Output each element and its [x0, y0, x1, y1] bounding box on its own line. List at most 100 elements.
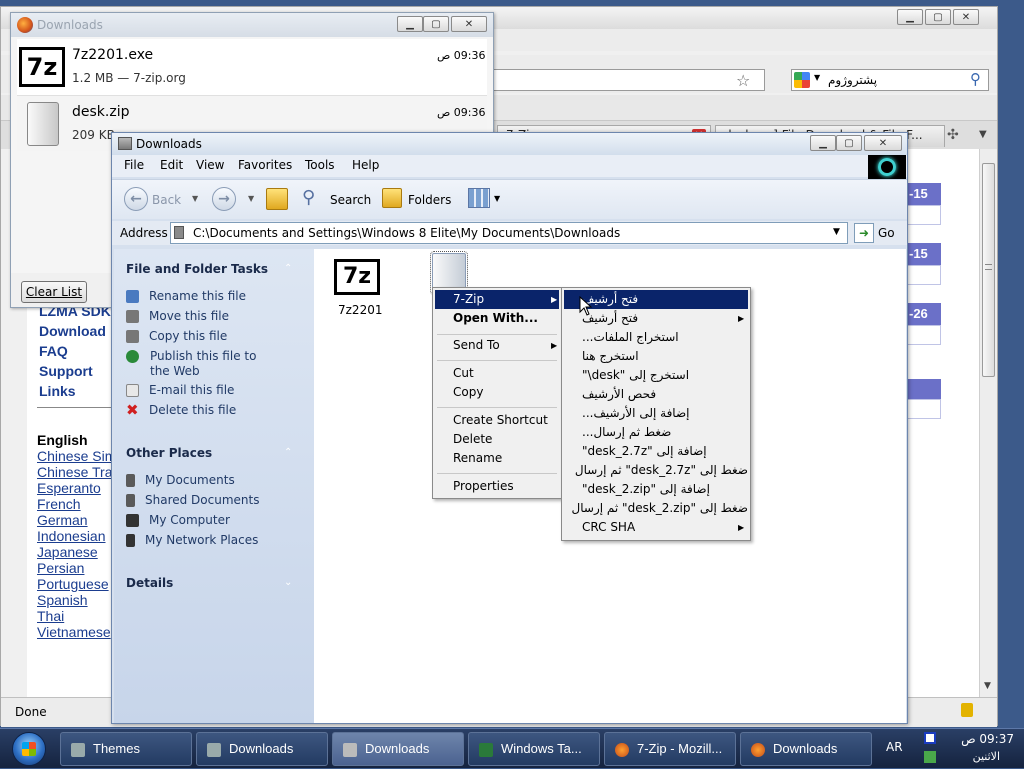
clear-list-button[interactable]: Clear List — [21, 281, 87, 303]
menu-item-send-to[interactable]: Send To ▶ — [435, 336, 559, 355]
engine-dropdown-icon[interactable]: ▼ — [814, 73, 820, 82]
lang-link[interactable]: Persian — [37, 560, 84, 576]
menu-file[interactable]: File — [124, 158, 144, 172]
task-move[interactable]: Move this file — [126, 309, 229, 323]
google-icon[interactable] — [794, 72, 810, 88]
bookmark-star-icon[interactable]: ☆ — [736, 71, 750, 90]
taskbar-button-downloads[interactable]: Downloads — [196, 732, 328, 766]
maximize-icon[interactable]: ▢ — [423, 16, 449, 32]
maximize-icon[interactable]: ▢ — [836, 135, 862, 151]
url-bar[interactable]: ☆ — [481, 69, 765, 91]
taskbar-button-downloads-active[interactable]: Downloads — [332, 732, 464, 766]
menu-tools[interactable]: Tools — [305, 158, 335, 172]
clock-time[interactable]: 09:37 ص — [944, 732, 1014, 746]
menu-item-cut[interactable]: Cut — [435, 364, 559, 383]
views-dropdown-icon[interactable]: ▼ — [494, 194, 500, 203]
lang-link[interactable]: Vietnamese — [37, 624, 111, 640]
link-links[interactable]: Links — [39, 383, 76, 399]
link-download[interactable]: Download — [39, 323, 106, 339]
lang-link[interactable]: Indonesian — [37, 528, 106, 544]
forward-dropdown-icon[interactable]: ▼ — [248, 194, 254, 203]
collapse-icon[interactable]: ⌃ — [284, 263, 292, 274]
scroll-down-icon[interactable]: ▼ — [984, 681, 991, 691]
place-network[interactable]: My Network Places — [126, 533, 258, 547]
task-delete[interactable]: ✖ Delete this file — [126, 403, 236, 418]
lang-link[interactable]: Japanese — [37, 544, 98, 560]
menu-item-compress-7z-email[interactable]: ضغط إلى "desk_2.7z" ثم إرسال — [564, 461, 748, 480]
forward-icon[interactable]: → — [212, 187, 236, 211]
address-dropdown-icon[interactable]: ▼ — [833, 227, 840, 237]
menu-item-properties[interactable]: Properties — [435, 477, 559, 496]
back-icon[interactable]: ← — [124, 187, 148, 211]
taskbar-button-firefox-downloads[interactable]: Downloads — [740, 732, 872, 766]
clock-day[interactable]: الاثنين — [944, 750, 1000, 763]
menu-edit[interactable]: Edit — [160, 158, 183, 172]
search-button[interactable]: Search — [330, 193, 371, 207]
go-button[interactable]: Go — [878, 226, 895, 240]
7zip-file-icon[interactable]: 7z — [334, 259, 380, 295]
menu-item-extract-here[interactable]: استخرج هنا — [564, 347, 748, 366]
task-email[interactable]: E-mail this file — [126, 383, 234, 397]
place-shared-documents[interactable]: Shared Documents — [126, 493, 259, 507]
menu-item-compress-zip-email[interactable]: ضغط إلى "desk_2.zip" ثم إرسال — [564, 499, 748, 518]
language-indicator[interactable]: AR — [886, 740, 903, 754]
close-icon[interactable]: ✕ — [953, 9, 979, 25]
search-icon[interactable]: ⚲ — [302, 187, 315, 208]
lang-link[interactable]: Spanish — [37, 592, 88, 608]
link-faq[interactable]: FAQ — [39, 343, 68, 359]
menu-item-test-archive[interactable]: فحص الأرشيف — [564, 385, 748, 404]
menu-item-rename[interactable]: Rename — [435, 449, 559, 468]
up-folder-icon[interactable] — [266, 188, 288, 210]
link-support[interactable]: Support — [39, 363, 93, 379]
close-icon[interactable]: ✕ — [451, 16, 487, 32]
lang-link[interactable]: French — [37, 496, 81, 512]
go-arrow-icon[interactable]: ➜ — [854, 223, 874, 243]
new-tab-icon[interactable]: ✣ — [947, 127, 959, 143]
place-my-computer[interactable]: My Computer — [126, 513, 230, 527]
task-publish[interactable]: Publish this file to the Web — [126, 349, 276, 379]
start-button[interactable] — [12, 732, 46, 766]
search-input[interactable]: پشتروژوم — [828, 73, 877, 87]
vertical-scrollbar[interactable]: ▼ — [979, 149, 997, 697]
folders-button[interactable]: Folders — [408, 193, 451, 207]
task-copy[interactable]: Copy this file — [126, 329, 227, 343]
expand-icon[interactable]: ⌄ — [284, 577, 292, 588]
menu-item-compress-email[interactable]: ضغط ثم إرسال... — [564, 423, 748, 442]
views-icon[interactable] — [468, 188, 490, 208]
menu-view[interactable]: View — [196, 158, 224, 172]
menu-favorites[interactable]: Favorites — [238, 158, 292, 172]
taskbar-button-task-manager[interactable]: Windows Ta... — [468, 732, 600, 766]
menu-item-create-shortcut[interactable]: Create Shortcut — [435, 411, 559, 430]
menu-item-open-with[interactable]: Open With... — [435, 309, 559, 328]
search-bar[interactable]: ▼ پشتروژوم ⚲ — [791, 69, 989, 91]
file-name[interactable]: 7z2201 — [338, 303, 382, 317]
back-dropdown-icon[interactable]: ▼ — [192, 194, 198, 203]
close-icon[interactable]: ✕ — [864, 135, 902, 151]
task-rename[interactable]: Rename this file — [126, 289, 246, 303]
menu-item-extract-files[interactable]: استخراج الملفات... — [564, 328, 748, 347]
lang-link[interactable]: German — [37, 512, 88, 528]
list-item[interactable]: 7z 7z2201.exe 1.2 MB — 7-zip.org 09:36 ص — [17, 39, 487, 95]
menu-item-delete[interactable]: Delete — [435, 430, 559, 449]
taskbar-button-firefox[interactable]: 7-Zip - Mozill... — [604, 732, 736, 766]
minimize-icon[interactable]: ▁ — [810, 135, 836, 151]
menu-help[interactable]: Help — [352, 158, 379, 172]
menu-item-7zip[interactable]: 7-Zip ▶ — [435, 290, 559, 309]
taskbar-button-themes[interactable]: Themes — [60, 732, 192, 766]
network-icon[interactable] — [924, 751, 936, 763]
collapse-icon[interactable]: ⌃ — [284, 447, 292, 458]
menu-item-add-to-7z[interactable]: إضافة إلى "desk_2.7z" — [564, 442, 748, 461]
lang-link[interactable]: Thai — [37, 608, 64, 624]
tab-list-icon[interactable]: ▼ — [979, 129, 987, 140]
menu-item-copy[interactable]: Copy — [435, 383, 559, 402]
menu-item-add-to-zip[interactable]: إضافة إلى "desk_2.zip" — [564, 480, 748, 499]
lang-link[interactable]: Portuguese — [37, 576, 109, 592]
tray-square-icon[interactable] — [924, 732, 936, 744]
back-label[interactable]: Back — [152, 193, 181, 207]
scrollbar-thumb[interactable] — [982, 163, 995, 377]
minimize-icon[interactable]: ▁ — [897, 9, 923, 25]
address-field[interactable]: C:\Documents and Settings\Windows 8 Elit… — [170, 222, 848, 244]
folders-icon[interactable] — [382, 188, 402, 208]
place-my-documents[interactable]: My Documents — [126, 473, 235, 487]
menu-item-extract-to[interactable]: استخرج إلى "desk\" — [564, 366, 748, 385]
